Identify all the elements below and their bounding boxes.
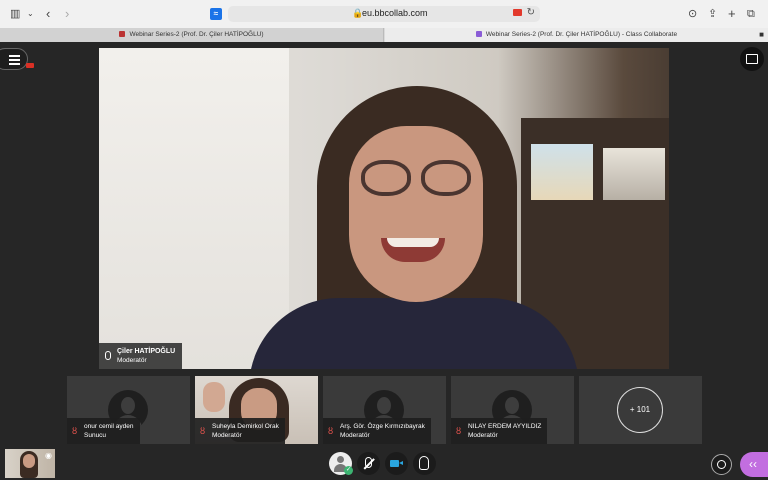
speaker-figure (361, 160, 411, 196)
camera-toggle-button[interactable] (385, 452, 408, 475)
participant-tile[interactable]: ȣ onur cemil ayden Sunucu (67, 376, 190, 444)
tab-webinar[interactable]: Webinar Series-2 (Prof. Dr. Çiler HATİPO… (0, 28, 384, 42)
participant-label: ȣ Arş. Gör. Özge Kırmızıbayrak Moderatör (323, 418, 431, 444)
avatar-icon (337, 456, 344, 463)
video-background (531, 144, 593, 200)
participant-name: Arş. Gör. Özge Kırmızıbayrak (340, 423, 425, 430)
tab-bar: Webinar Series-2 (Prof. Dr. Çiler HATİPO… (0, 28, 768, 42)
microphone-icon (105, 351, 111, 360)
muted-microphone-icon: ȣ (328, 426, 334, 436)
reload-icon[interactable]: ↻ (527, 7, 535, 18)
check-icon: ✓ (344, 466, 353, 475)
eye-icon[interactable]: ◉ (45, 451, 52, 460)
address-bar[interactable]: 🔒 eu.bbcollab.com ↻ (228, 6, 540, 22)
share-icon[interactable]: ⇪ (708, 7, 717, 21)
tab-favicon-icon (119, 31, 126, 38)
speaker-figure (421, 160, 471, 196)
participant-role: Moderatör (468, 432, 498, 439)
muted-microphone-icon: ȣ (72, 426, 78, 436)
participant-label: ȣ onur cemil ayden Sunucu (67, 418, 140, 444)
browser-toolbar: ▥ ⌄ ‹ › ≈ 🔒 eu.bbcollab.com ↻ ⊙ ⇪ + ⧉ (0, 0, 768, 28)
hamburger-icon (9, 55, 20, 57)
site-favicon: ≈ (210, 8, 222, 20)
participant-role: Moderatör (212, 432, 242, 439)
participant-role: Sunucu (84, 432, 107, 439)
speaker-name: Çiler HATİPOĞLU (117, 348, 176, 355)
hand-icon (419, 456, 429, 470)
recording-icon (26, 63, 34, 68)
speaker-figure (387, 238, 439, 247)
chevron-down-icon[interactable]: ⌄ (27, 7, 34, 21)
session-menu-button[interactable] (0, 48, 28, 70)
microphone-toggle-button[interactable] (357, 452, 380, 475)
video-background (603, 148, 665, 200)
participant-video (203, 382, 225, 412)
participant-label: ȣ NILAY ERDEM AYYILDIZ Moderatör (451, 418, 548, 444)
clock-icon (717, 460, 726, 469)
open-panel-button[interactable]: ‹‹ (740, 452, 768, 477)
camera-in-use-icon[interactable] (513, 9, 522, 16)
forward-icon[interactable]: › (65, 7, 69, 21)
hamburger-icon-bar (9, 63, 20, 65)
participant-name: Suheyla Demirkol Orak (212, 423, 279, 430)
camera-icon (390, 460, 399, 467)
new-tab-icon[interactable]: + (728, 7, 736, 21)
camera-icon-lens (399, 461, 403, 465)
more-participants-tile[interactable]: + 101 (579, 376, 702, 444)
speaker-label: Çiler HATİPOĞLU Moderatör (99, 343, 183, 369)
my-status-button[interactable]: ✓ (329, 452, 353, 475)
participant-tile[interactable]: ȣ Arş. Gör. Özge Kırmızıbayrak Moderatör (323, 376, 446, 444)
layout-icon (746, 54, 758, 64)
video-background (99, 48, 289, 369)
sidebar-icon[interactable]: ▥ (10, 7, 20, 21)
participant-label: ȣ Suheyla Demirkol Orak Moderatör (195, 418, 285, 444)
avatar-shape (505, 397, 519, 414)
more-participants-count[interactable]: + 101 (617, 387, 663, 433)
tab-favicon-icon (475, 31, 482, 38)
speaker-figure (249, 298, 579, 369)
participant-name: onur cemil ayden (84, 423, 134, 430)
url-text[interactable]: eu.bbcollab.com (362, 8, 428, 18)
self-view-video[interactable]: ◉ (5, 449, 55, 478)
back-icon[interactable]: ‹ (46, 7, 50, 21)
avatar-shape (377, 397, 391, 414)
raise-hand-button[interactable] (413, 452, 436, 475)
tab-title: Webinar Series-2 (Prof. Dr. Çiler HATİPO… (129, 31, 264, 38)
muted-microphone-icon: ȣ (200, 426, 206, 436)
tab-overview-icon[interactable]: ⧉ (747, 7, 755, 21)
muted-microphone-icon: ȣ (456, 426, 462, 436)
participant-name: NILAY ERDEM AYYILDIZ (468, 423, 542, 430)
tab-camera-icon[interactable]: ■ (759, 30, 764, 39)
tab-title: Webinar Series-2 (Prof. Dr. Çiler HATİPO… (485, 31, 678, 38)
hamburger-icon-bar (9, 59, 20, 61)
main-speaker-video: Çiler HATİPOĞLU Moderatör (99, 48, 669, 369)
tab-class-collaborate[interactable]: Webinar Series-2 (Prof. Dr. Çiler HATİPO… (385, 28, 768, 42)
network-status-button[interactable] (711, 454, 732, 475)
speaker-figure (349, 126, 483, 302)
speaker-role: Moderatör (117, 357, 147, 364)
participant-tile[interactable]: ȣ Suheyla Demirkol Orak Moderatör (195, 376, 318, 444)
download-icon[interactable]: ⊙ (688, 7, 697, 21)
participant-role: Moderatör (340, 432, 370, 439)
layout-toggle-button[interactable] (740, 47, 764, 71)
avatar-shape (121, 397, 135, 414)
collaborate-app: Çiler HATİPOĞLU Moderatör ȣ onur cemil a… (0, 42, 768, 480)
self-video (23, 454, 35, 468)
participant-tile[interactable]: ȣ NILAY ERDEM AYYILDIZ Moderatör (451, 376, 574, 444)
